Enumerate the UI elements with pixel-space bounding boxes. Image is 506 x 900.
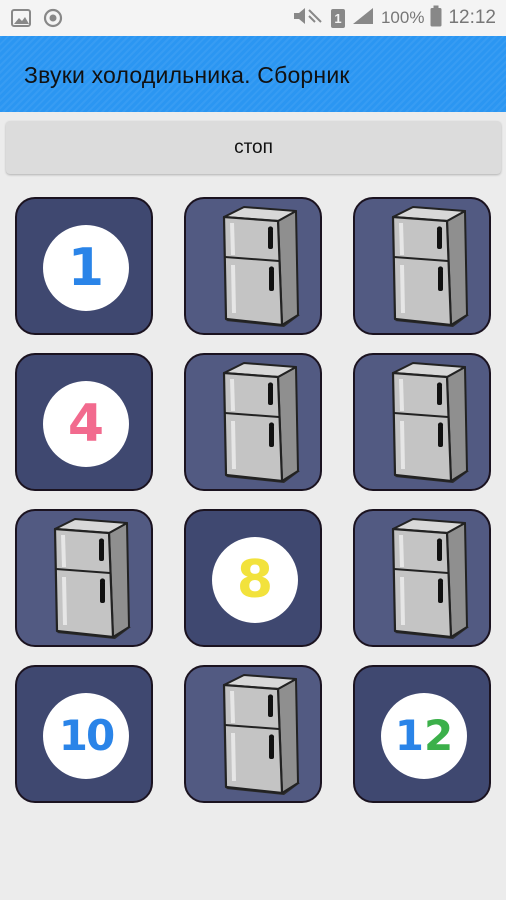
tile-number-part: 1 <box>394 711 424 760</box>
sound-button-1[interactable]: 1 <box>15 197 153 335</box>
sound-button-2[interactable] <box>184 197 322 335</box>
tile-number: 1 <box>67 238 105 298</box>
clock: 12:12 <box>448 7 496 28</box>
number-badge: 1 <box>43 225 129 311</box>
battery-icon <box>430 5 442 32</box>
battery-percent: 100% <box>380 8 425 27</box>
fridge-icon <box>371 203 475 333</box>
number-badge: 4 <box>43 381 129 467</box>
sync-icon <box>42 7 64 34</box>
fridge-icon <box>371 515 475 645</box>
number-badge: 10 <box>43 693 129 779</box>
sound-button-10[interactable]: 10 <box>15 665 153 803</box>
sim-icon: 1 <box>330 8 345 28</box>
sound-button-5[interactable] <box>184 353 322 491</box>
fridge-icon <box>202 359 306 489</box>
number-badge: 8 <box>212 537 298 623</box>
image-icon <box>10 7 32 34</box>
sound-button-4[interactable]: 4 <box>15 353 153 491</box>
sound-button-7[interactable] <box>15 509 153 647</box>
tile-number: 8 <box>236 550 274 610</box>
fridge-icon <box>202 203 306 333</box>
sound-button-6[interactable] <box>353 353 491 491</box>
number-badge: 12 <box>381 693 467 779</box>
app-title: Звуки холодильника. Сборник <box>24 62 350 88</box>
signal-icon <box>351 6 375 31</box>
sound-button-11[interactable] <box>184 665 322 803</box>
sound-button-3[interactable] <box>353 197 491 335</box>
sound-button-8[interactable]: 8 <box>184 509 322 647</box>
fridge-icon <box>371 359 475 489</box>
fridge-icon <box>202 671 306 801</box>
app-bar: Звуки холодильника. Сборник <box>0 36 506 112</box>
tile-number: 4 <box>67 394 105 454</box>
sound-button-9[interactable] <box>353 509 491 647</box>
tile-number-part: 2 <box>424 711 454 760</box>
mute-icon <box>291 5 325 32</box>
status-bar: 1 100% 12:12 <box>0 0 506 36</box>
fridge-icon <box>33 515 137 645</box>
tile-number: 10 <box>58 711 115 760</box>
stop-button[interactable]: стоп <box>6 121 501 174</box>
sound-button-12[interactable]: 12 <box>353 665 491 803</box>
